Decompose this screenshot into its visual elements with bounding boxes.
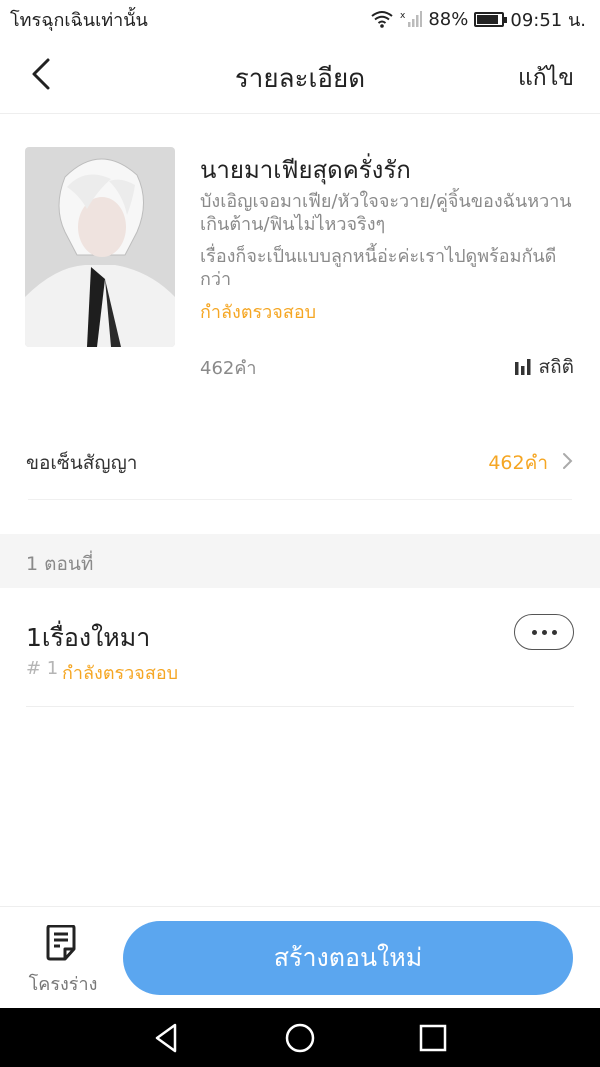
divider — [28, 499, 572, 500]
chapter-count-label: 1 ตอนที่ — [26, 553, 94, 575]
bottom-action-bar: โครงร่าง สร้างตอนใหม่ — [0, 906, 600, 1008]
cover-illustration — [25, 147, 175, 347]
back-button[interactable] — [22, 52, 66, 96]
system-recents-icon[interactable] — [415, 1020, 451, 1056]
divider — [26, 706, 574, 707]
wifi-icon — [371, 11, 393, 28]
status-indicators: x 88% 09:51 น. — [370, 5, 586, 34]
chapter-number: # 1 — [26, 658, 59, 679]
chapter-title: 1เรื่องใหมา — [26, 623, 151, 652]
contract-label: ขอเซ็นสัญญา — [26, 452, 138, 474]
more-dots-icon — [541, 629, 547, 635]
story-title: นายมาเฟียสุดครั่งรัก — [200, 156, 411, 184]
more-options-button[interactable] — [514, 614, 574, 650]
contract-word-count: 462คำ — [488, 452, 548, 474]
page-title: รายละเอียด — [234, 64, 366, 94]
more-dots-icon — [531, 629, 537, 635]
svg-text:x: x — [400, 11, 406, 21]
system-home-icon[interactable] — [282, 1020, 318, 1056]
story-status-badge: กำลังตรวจสอบ — [200, 302, 317, 323]
chapters-section-header: 1 ตอนที่ — [0, 534, 600, 588]
chevron-left-icon — [32, 58, 50, 90]
nav-bar: รายละเอียด แก้ไข — [0, 38, 600, 114]
no-signal-icon: x — [400, 11, 423, 27]
status-bar: โทรฉุกเฉินเท่านั้น x 88% 09:51 น. — [0, 0, 600, 38]
edit-button[interactable]: แก้ไข — [518, 60, 574, 96]
battery-percent: 88% — [428, 8, 469, 30]
clock: 09:51 น. — [510, 9, 586, 31]
story-tags: บังเอิญเจอมาเฟีย/หัวใจจะวาย/คู่จิ้นของฉั… — [200, 191, 572, 235]
document-icon — [46, 925, 76, 961]
contract-row[interactable]: ขอเซ็นสัญญา 462คำ — [0, 422, 600, 500]
more-dots-icon — [551, 629, 557, 635]
system-nav-bar — [0, 1008, 600, 1067]
battery-icon — [474, 11, 508, 27]
stats-button[interactable]: สถิติ — [514, 352, 574, 382]
outline-label: โครงร่าง — [28, 974, 98, 995]
battery-fill — [477, 14, 499, 24]
chapter-list-item[interactable]: 1เรื่องใหมา # 1 กำลังตรวจสอบ — [0, 588, 600, 706]
bar-chart-icon — [514, 359, 531, 375]
chapter-status-badge: กำลังตรวจสอบ — [62, 663, 179, 684]
carrier-text: โทรฉุกเฉินเท่านั้น — [10, 9, 148, 31]
story-cover-image[interactable] — [25, 147, 175, 347]
story-description: เรื่องก็จะเป็นแบบลูกหนี้อ่ะค่ะเราไปดูพร้… — [200, 246, 557, 290]
create-chapter-button[interactable]: สร้างตอนใหม่ — [123, 921, 573, 995]
stats-label: สถิติ — [538, 356, 574, 378]
outline-tab[interactable]: โครงร่าง — [18, 921, 108, 1001]
story-word-count: 462คำ — [200, 358, 257, 379]
system-back-icon[interactable] — [148, 1020, 184, 1056]
chevron-right-icon — [563, 453, 573, 469]
